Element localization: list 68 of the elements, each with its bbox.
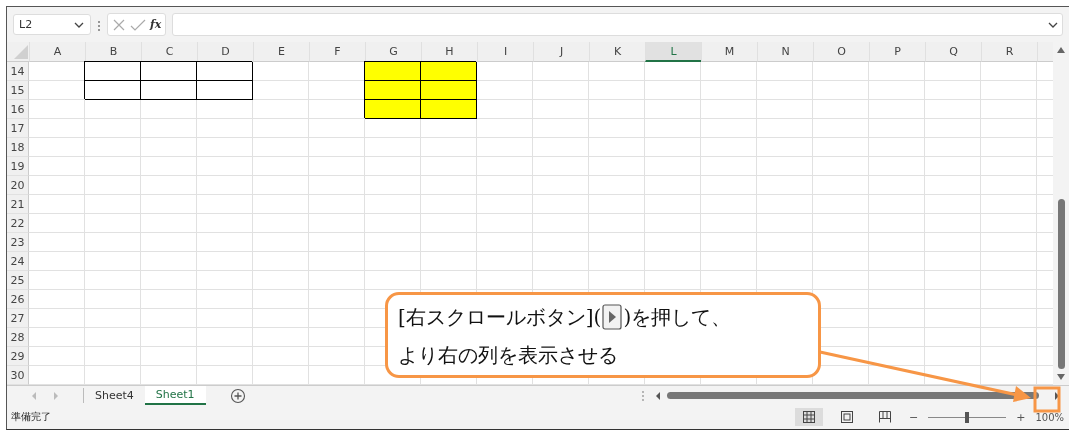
scroll-right-icon[interactable] xyxy=(1054,391,1060,400)
check-icon[interactable] xyxy=(130,17,146,32)
column-header[interactable]: B xyxy=(85,42,141,62)
highlighted-cell[interactable] xyxy=(365,100,421,119)
zoom-out-button[interactable]: − xyxy=(908,410,919,424)
callout-text: )を押して、 xyxy=(623,303,732,331)
column-header[interactable]: G xyxy=(365,42,421,62)
row-header[interactable]: 22 xyxy=(7,214,29,233)
sheet-tab[interactable]: Sheet1 xyxy=(144,386,206,405)
sheet-tab[interactable]: Sheet4 xyxy=(84,386,145,405)
row-header[interactable]: 29 xyxy=(7,347,29,366)
insert-function-button[interactable]: fx xyxy=(150,18,162,31)
bordered-cell[interactable] xyxy=(85,81,141,100)
zoom-in-button[interactable]: + xyxy=(1016,410,1026,424)
callout-text: [右スクロールボタン]( xyxy=(398,303,602,331)
slider-thumb[interactable] xyxy=(965,411,970,423)
column-header[interactable]: C xyxy=(141,42,197,62)
column-header[interactable]: A xyxy=(29,42,85,62)
bordered-cell[interactable] xyxy=(197,62,253,81)
name-box[interactable]: L2 xyxy=(13,14,91,35)
column-header[interactable]: H xyxy=(421,42,477,62)
row-header[interactable]: 14 xyxy=(7,62,29,81)
column-header[interactable]: M xyxy=(701,42,757,62)
bordered-cell[interactable] xyxy=(85,62,141,81)
scroll-right-button-icon xyxy=(602,304,623,330)
column-header[interactable]: K xyxy=(589,42,645,62)
row-header[interactable]: 25 xyxy=(7,271,29,290)
row-header[interactable]: 19 xyxy=(7,157,29,176)
row-header[interactable]: 27 xyxy=(7,309,29,328)
column-header[interactable]: Q xyxy=(925,42,981,62)
row-header[interactable]: 24 xyxy=(7,252,29,271)
page-layout-icon xyxy=(839,410,854,424)
scroll-up-icon[interactable] xyxy=(1056,46,1066,54)
column-header[interactable]: N xyxy=(757,42,813,62)
row-header[interactable]: 23 xyxy=(7,233,29,252)
row-header[interactable]: 21 xyxy=(7,195,29,214)
row-header[interactable]: 18 xyxy=(7,138,29,157)
formula-field[interactable] xyxy=(172,13,1063,36)
column-header[interactable]: P xyxy=(869,42,925,62)
highlighted-cell[interactable] xyxy=(421,100,477,119)
view-button[interactable] xyxy=(794,408,823,426)
column-header[interactable]: E xyxy=(253,42,309,62)
zoom-level[interactable]: 100% xyxy=(1035,411,1069,423)
add-sheet-icon[interactable] xyxy=(229,387,246,404)
column-header[interactable]: D xyxy=(197,42,253,62)
scrollbar-thumb[interactable] xyxy=(1057,199,1065,369)
page-break-icon xyxy=(877,410,892,424)
row-header[interactable]: 20 xyxy=(7,176,29,195)
row-header[interactable]: 17 xyxy=(7,119,29,138)
status-text: 準備完了 xyxy=(11,410,51,424)
bordered-cell[interactable] xyxy=(197,81,253,100)
callout-text: より右の列を表示させる xyxy=(398,341,618,369)
row-header[interactable]: 28 xyxy=(7,328,29,347)
highlight-frame xyxy=(1033,386,1061,413)
row-header[interactable]: 15 xyxy=(7,81,29,100)
scroll-down-icon[interactable] xyxy=(1056,373,1066,381)
row-header[interactable]: 16 xyxy=(7,100,29,119)
row-header[interactable]: 30 xyxy=(7,366,29,385)
column-header[interactable]: J xyxy=(533,42,589,62)
column-header[interactable]: F xyxy=(309,42,365,62)
column-header[interactable]: L xyxy=(645,42,701,62)
column-header[interactable]: R xyxy=(981,42,1037,62)
column-header[interactable]: O xyxy=(813,42,869,62)
column-header[interactable]: I xyxy=(477,42,533,62)
scrollbar-thumb[interactable] xyxy=(667,392,1039,399)
row-header[interactable]: 26 xyxy=(7,290,29,309)
grid-view-icon xyxy=(801,410,816,424)
scroll-left-icon[interactable] xyxy=(655,391,661,400)
